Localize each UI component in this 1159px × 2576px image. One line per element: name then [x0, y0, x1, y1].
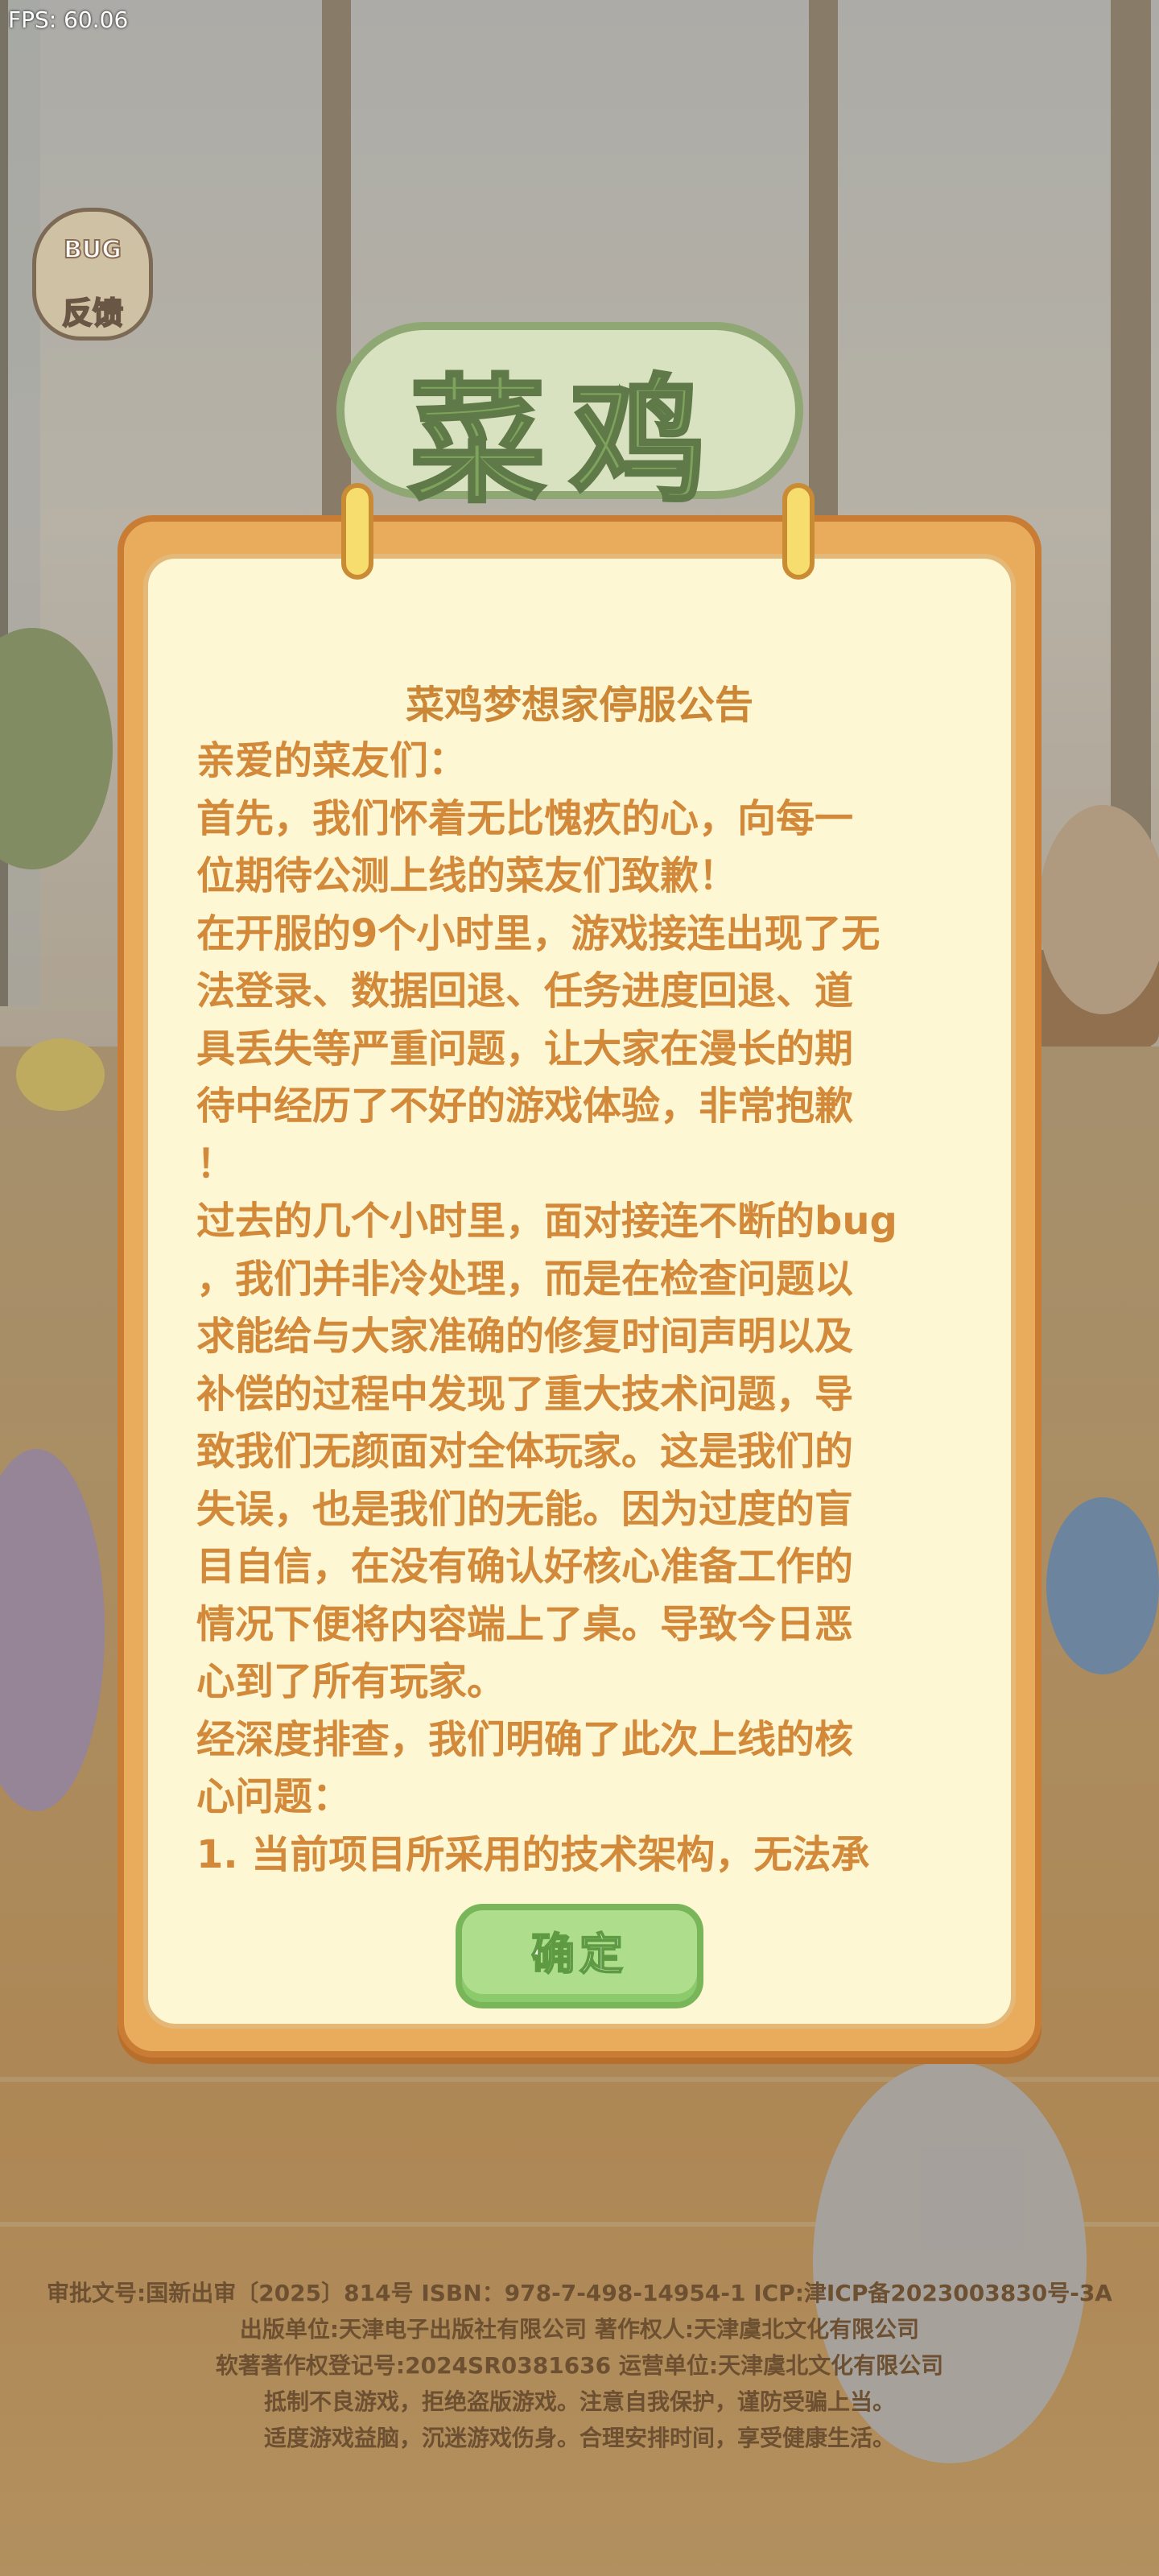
notice-title: 菜鸡梦想家停服公告: [405, 683, 753, 728]
logo-text: 菜鸡: [407, 361, 731, 523]
notice-line: 位期待公测上线的菜友们致歉！: [196, 853, 738, 898]
notice-line: 过去的几个小时里，面对接连不断的bug: [196, 1199, 897, 1244]
confirm-button[interactable]: 确定: [456, 1904, 703, 2008]
notice-line: 求能给与大家准确的修复时间声明以及: [196, 1314, 854, 1359]
notice-line: 失误，也是我们的无能。因为过度的盲: [196, 1486, 854, 1532]
confirm-button-label: 确定: [530, 1928, 628, 1980]
notice-line: 在开服的9个小时里，游戏接连出现了无: [196, 910, 881, 956]
notice-line: 经深度排查，我们明确了此次上线的核: [196, 1716, 854, 1762]
notice-line: 亲爱的菜友们：: [196, 738, 468, 783]
notice-line: 心到了所有玩家。: [196, 1659, 506, 1704]
notice-line: 致我们无颜面对全体玩家。这是我们的: [196, 1429, 854, 1474]
notice-line: 首先，我们怀着无比愧疚的心，向每一: [196, 795, 854, 841]
notice-line: 具丢失等严重问题，让大家在漫长的期: [196, 1026, 854, 1071]
bug-icon-word: BUG: [63, 235, 122, 265]
notice-line: 1. 当前项目所采用的技术架构，无法承: [196, 1831, 870, 1876]
legal-footer: 审批文号:国新出审〔2025〕814号 ISBN：978-7-498-14954…: [0, 2275, 1159, 2456]
notice-line: ，我们并非冷处理，而是在检查问题以: [196, 1256, 854, 1302]
notice-line: 补偿的过程中发现了重大技术问题，导: [196, 1371, 854, 1417]
footer-line: 审批文号:国新出审〔2025〕814号 ISBN：978-7-498-14954…: [47, 2280, 1112, 2306]
footer-line: 抵制不良游戏，拒绝盗版游戏。注意自我保护，谨防受骗上当。: [263, 2388, 895, 2415]
footer-line: 出版单位:天津电子出版社有限公司 著作权人:天津虞北文化有限公司: [239, 2316, 920, 2343]
game-logo: 菜鸡: [336, 298, 803, 523]
board-peg-left: [341, 483, 373, 580]
board-peg-right: [782, 483, 815, 580]
feedback-label: 反馈: [61, 295, 124, 332]
fps-counter: FPS: 60.06: [8, 6, 129, 33]
notice-line: ！: [196, 1141, 236, 1187]
notice-line: 情况下便将内容端上了桌。导致今日恶: [196, 1601, 854, 1647]
notice-line: 目自信，在没有确认好核心准备工作的: [196, 1544, 854, 1589]
notice-body-scroll[interactable]: 亲爱的菜友们： 首先，我们怀着无比愧疚的心，向每一 位期待公测上线的菜友们致歉！…: [196, 733, 985, 1876]
footer-line: 适度游戏益脑，沉迷游戏伤身。合理安排时间，享受健康生活。: [263, 2425, 895, 2451]
bug-feedback-button[interactable]: BUG 反馈: [24, 208, 161, 345]
notice-line: 法登录、数据回退、任务进度回退、道: [196, 968, 854, 1013]
footer-line: 软著著作权登记号:2024SR0381636 运营单位:天津虞北文化有限公司: [215, 2352, 944, 2379]
notice-line: 心问题：: [196, 1774, 352, 1819]
notice-line: 待中经历了不好的游戏体验，非常抱歉: [196, 1084, 854, 1129]
